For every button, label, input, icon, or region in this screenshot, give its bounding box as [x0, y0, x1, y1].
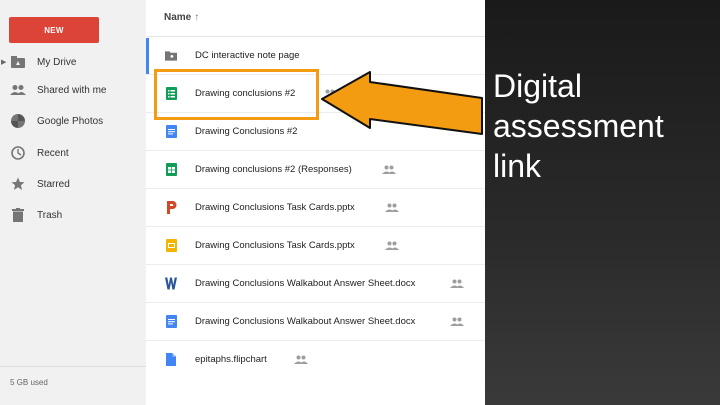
- file-name: Drawing Conclusions Walkabout Answer She…: [195, 316, 416, 327]
- column-header-label: Name: [164, 12, 192, 23]
- drive-icon: [10, 54, 26, 70]
- new-button[interactable]: NEW: [9, 17, 99, 43]
- sidebar-item-label: Recent: [37, 147, 69, 159]
- star-icon: [10, 176, 26, 192]
- name-column-header[interactable]: Name ↑: [164, 12, 199, 23]
- file-name: epitaphs.flipchart: [195, 354, 267, 365]
- sidebar-item-label: Trash: [37, 209, 63, 221]
- sidebar-item-starred[interactable]: Starred: [0, 172, 146, 196]
- file-name: Drawing Conclusions Walkabout Answer She…: [195, 278, 416, 289]
- callout-arrow: [321, 71, 483, 135]
- google-sheets-icon: [165, 163, 177, 177]
- shared-icon: [382, 165, 396, 174]
- file-name: Drawing conclusions #2 (Responses): [195, 164, 352, 175]
- file-row[interactable]: Drawing Conclusions Task Cards.pptx: [146, 189, 485, 227]
- sidebar-item-shared-with-me[interactable]: Shared with me: [0, 78, 146, 102]
- file-list: Name ↑ DC interactive note page Drawing c…: [146, 0, 485, 405]
- sidebar-item-label: My Drive: [37, 56, 77, 68]
- sidebar-item-label: Google Photos: [37, 115, 104, 127]
- file-row[interactable]: epitaphs.flipchart: [146, 341, 485, 378]
- storage-usage: 5 GB used: [10, 378, 48, 387]
- shared-icon: [385, 203, 399, 212]
- shared-icon: [450, 279, 464, 288]
- file-row[interactable]: Drawing Conclusions Walkabout Answer She…: [146, 265, 485, 303]
- people-icon: [10, 82, 26, 98]
- sidebar-item-google-photos[interactable]: Google Photos: [0, 109, 146, 133]
- file-icon: [165, 353, 177, 367]
- divider: [0, 366, 146, 367]
- file-row[interactable]: Drawing Conclusions Walkabout Answer She…: [146, 303, 485, 341]
- google-docs-icon: [165, 315, 177, 329]
- file-name: Drawing Conclusions Task Cards.pptx: [195, 202, 355, 213]
- powerpoint-icon: [165, 201, 177, 215]
- sidebar-item-label: Starred: [37, 178, 70, 190]
- shared-icon: [385, 241, 399, 250]
- shared-icon: [450, 317, 464, 326]
- file-name: DC interactive note page: [195, 50, 300, 61]
- file-row[interactable]: Drawing Conclusions Task Cards.pptx: [146, 227, 485, 265]
- photos-icon: [10, 113, 26, 129]
- annotation-text: Digital assessment link: [493, 68, 664, 184]
- file-name: Drawing Conclusions #2: [195, 126, 298, 137]
- google-slides-icon: [165, 239, 177, 253]
- expand-caret-icon[interactable]: ▶: [1, 58, 6, 66]
- sidebar-item-my-drive[interactable]: ▶ My Drive: [0, 50, 146, 74]
- word-icon: [165, 277, 177, 291]
- sidebar-item-label: Shared with me: [37, 84, 107, 96]
- sidebar-item-trash[interactable]: Trash: [0, 203, 146, 227]
- annotation-panel: Digital assessment link: [485, 0, 720, 405]
- trash-icon: [10, 207, 26, 223]
- shared-icon: [294, 355, 308, 364]
- highlight-box: [154, 69, 319, 120]
- folder-icon: [165, 49, 177, 63]
- google-docs-icon: [165, 125, 177, 139]
- sort-arrow-icon[interactable]: ↑: [194, 12, 199, 23]
- file-name: Drawing Conclusions Task Cards.pptx: [195, 240, 355, 251]
- sidebar-item-recent[interactable]: Recent: [0, 141, 146, 165]
- clock-icon: [10, 145, 26, 161]
- sidebar: NEW ▶ My Drive Shared with me Google Pho…: [0, 0, 146, 405]
